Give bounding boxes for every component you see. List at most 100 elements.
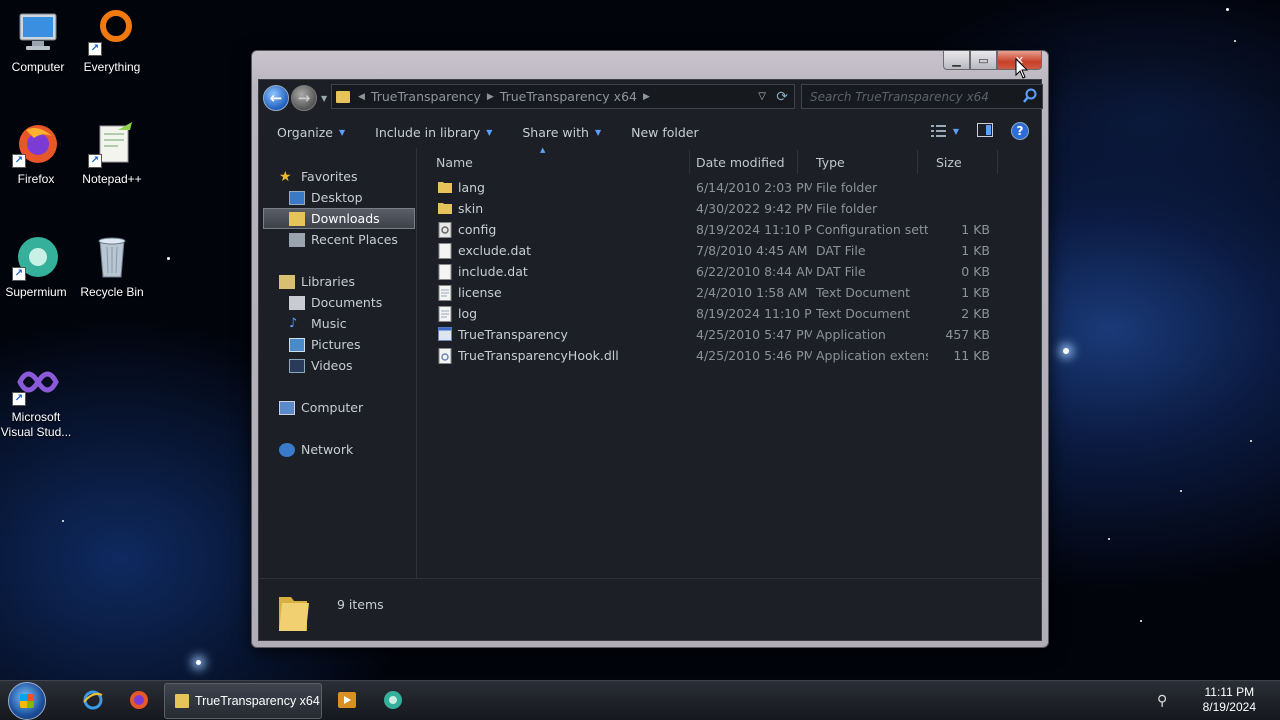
address-dropdown-icon[interactable]: ▽: [758, 91, 766, 102]
nav-documents[interactable]: Documents: [289, 292, 382, 313]
column-header-date-modified[interactable]: Date modified: [678, 150, 798, 174]
recent-pages-dropdown[interactable]: ▼: [321, 94, 327, 103]
table-row[interactable]: TrueTransparency 4/25/2010 5:47 PM Applica…: [418, 324, 1041, 345]
media-player-icon[interactable]: [336, 689, 358, 711]
search-icon[interactable]: [1022, 88, 1038, 107]
file-name: include.dat: [458, 264, 528, 279]
view-options-button[interactable]: ▼: [930, 124, 959, 138]
supermium-icon[interactable]: [382, 689, 404, 711]
search-input[interactable]: Search TrueTransparency x64: [801, 84, 1043, 109]
chevron-down-icon: ▼: [486, 127, 493, 137]
organize-button[interactable]: Organize ▼: [277, 125, 345, 140]
forward-button[interactable]: →: [291, 85, 317, 111]
supermium-icon: ↗: [12, 233, 60, 281]
internet-explorer-icon[interactable]: [82, 689, 104, 711]
preview-pane-button[interactable]: [977, 122, 993, 140]
file-date-cell: 4/25/2010 5:46 PM: [696, 348, 812, 363]
table-row[interactable]: include.dat 6/22/2010 8:44 AM DAT File 0 KB: [418, 261, 1041, 282]
downloads-folder-icon: [289, 211, 305, 226]
nav-label: Libraries: [301, 274, 355, 289]
file-name-cell: TrueTransparencyHook.dll: [438, 345, 678, 366]
recycle-bin-icon: [88, 233, 136, 281]
file-type-cell: Text Document: [816, 306, 911, 321]
libraries-icon: [279, 274, 295, 289]
shortcut-arrow-icon: ↗: [12, 154, 26, 168]
address-bar[interactable]: ◀ TrueTransparency ▶ TrueTransparency x6…: [331, 84, 795, 109]
file-name-cell: lang: [438, 177, 678, 198]
nav-music[interactable]: ♪ Music: [289, 313, 347, 334]
file-size-cell: 1 KB: [961, 285, 990, 300]
recent-places-icon: [289, 232, 305, 247]
file-name-cell: skin: [438, 198, 678, 219]
nav-network[interactable]: Network: [279, 439, 353, 460]
table-row[interactable]: lang 6/14/2010 2:03 PM File folder: [418, 177, 1041, 198]
file-date-cell: 8/19/2024 11:10 PM: [696, 306, 812, 321]
file-type-cell: File folder: [816, 180, 878, 195]
file-icon: [438, 242, 452, 259]
shortcut-arrow-icon: ↗: [88, 42, 102, 56]
nav-desktop[interactable]: Desktop: [289, 187, 363, 208]
firefox-icon[interactable]: [128, 689, 150, 711]
desktop-icon-label: Computer: [11, 60, 65, 74]
star: [167, 257, 170, 260]
back-button[interactable]: ←: [263, 85, 289, 111]
desktop-icon-label: Microsoft Visual Stud...: [0, 410, 72, 439]
column-header-type[interactable]: Type: [798, 150, 918, 174]
table-row[interactable]: skin 4/30/2022 9:42 PM File folder: [418, 198, 1041, 219]
file-name-cell: include.dat: [438, 261, 678, 282]
documents-icon: [289, 295, 305, 310]
file-date-cell: 4/25/2010 5:47 PM: [696, 327, 812, 342]
new-folder-button[interactable]: New folder: [631, 125, 699, 140]
table-row[interactable]: log 8/19/2024 11:10 PM Text Document 2 KB: [418, 303, 1041, 324]
minimize-button[interactable]: ▁: [943, 51, 970, 70]
nav-downloads[interactable]: Downloads: [263, 208, 415, 229]
share-with-button[interactable]: Share with ▼: [522, 125, 601, 140]
chevron-right-icon: ▶: [642, 91, 650, 102]
column-header-name[interactable]: Name ▲: [418, 146, 690, 174]
nav-label: Desktop: [311, 190, 363, 205]
nav-libraries[interactable]: Libraries: [279, 271, 355, 292]
table-row[interactable]: exclude.dat 7/8/2010 4:45 AM DAT File 1 KB: [418, 240, 1041, 261]
computer-icon: [279, 400, 295, 415]
nav-videos[interactable]: Videos: [289, 355, 353, 376]
start-button[interactable]: [8, 682, 46, 720]
desktop-icon-label: Supermium: [5, 285, 67, 299]
refresh-icon[interactable]: ⟳: [776, 89, 788, 105]
network-tray-icon[interactable]: ⚲: [1157, 693, 1167, 709]
config-file-icon: [438, 221, 452, 238]
folder-icon: [438, 201, 452, 217]
file-name: exclude.dat: [458, 243, 532, 258]
help-button[interactable]: ?: [1011, 122, 1029, 140]
breadcrumb-item[interactable]: TrueTransparency: [371, 89, 481, 104]
include-in-library-button[interactable]: Include in library ▼: [375, 125, 492, 140]
breadcrumb-item[interactable]: TrueTransparency x64: [500, 89, 637, 104]
file-type-cell: File folder: [816, 201, 878, 216]
desktop-icon: [289, 190, 305, 205]
column-header-size[interactable]: Size: [918, 150, 998, 174]
system-clock[interactable]: 11:11 PM 8/19/2024: [1203, 685, 1256, 715]
nav-recent-places[interactable]: Recent Places: [289, 229, 398, 250]
desktop-icon-computer[interactable]: Computer: [0, 8, 76, 75]
desktop-icon-notepadpp[interactable]: ↗ Notepad++: [74, 120, 150, 187]
maximize-button[interactable]: ▭: [970, 51, 997, 70]
desktop-icon-firefox[interactable]: ↗ Firefox: [0, 120, 74, 187]
taskbar-item-explorer[interactable]: TrueTransparency x64: [164, 683, 322, 719]
table-row[interactable]: config 8/19/2024 11:10 PM Configuration se…: [418, 219, 1041, 240]
desktop-icon-visual-studio[interactable]: ↗ Microsoft Visual Stud...: [0, 358, 74, 440]
item-count: 9 items: [337, 597, 384, 612]
nav-computer[interactable]: Computer: [279, 397, 363, 418]
nav-pictures[interactable]: Pictures: [289, 334, 361, 355]
nav-favorites[interactable]: ★ Favorites: [279, 166, 357, 187]
desktop-icon-supermium[interactable]: ↗ Supermium: [0, 233, 74, 300]
desktop-icon-everything[interactable]: ↗ Everything: [74, 8, 150, 75]
table-row[interactable]: license 2/4/2010 1:58 AM Text Document 1 KB: [418, 282, 1041, 303]
desktop-icon-recycle-bin[interactable]: Recycle Bin: [74, 233, 150, 300]
nav-label: Computer: [301, 400, 364, 415]
file-list: Name ▲ Date modified Type Size lang 6/14/…: [418, 146, 1041, 576]
star: [1063, 348, 1069, 354]
star: [196, 660, 201, 665]
chevron-right-icon: ▶: [486, 91, 494, 102]
file-size-cell: 457 KB: [945, 327, 990, 342]
table-row[interactable]: TrueTransparencyHook.dll 4/25/2010 5:46 P…: [418, 345, 1041, 366]
desktop-icon-label: Firefox: [17, 172, 55, 186]
